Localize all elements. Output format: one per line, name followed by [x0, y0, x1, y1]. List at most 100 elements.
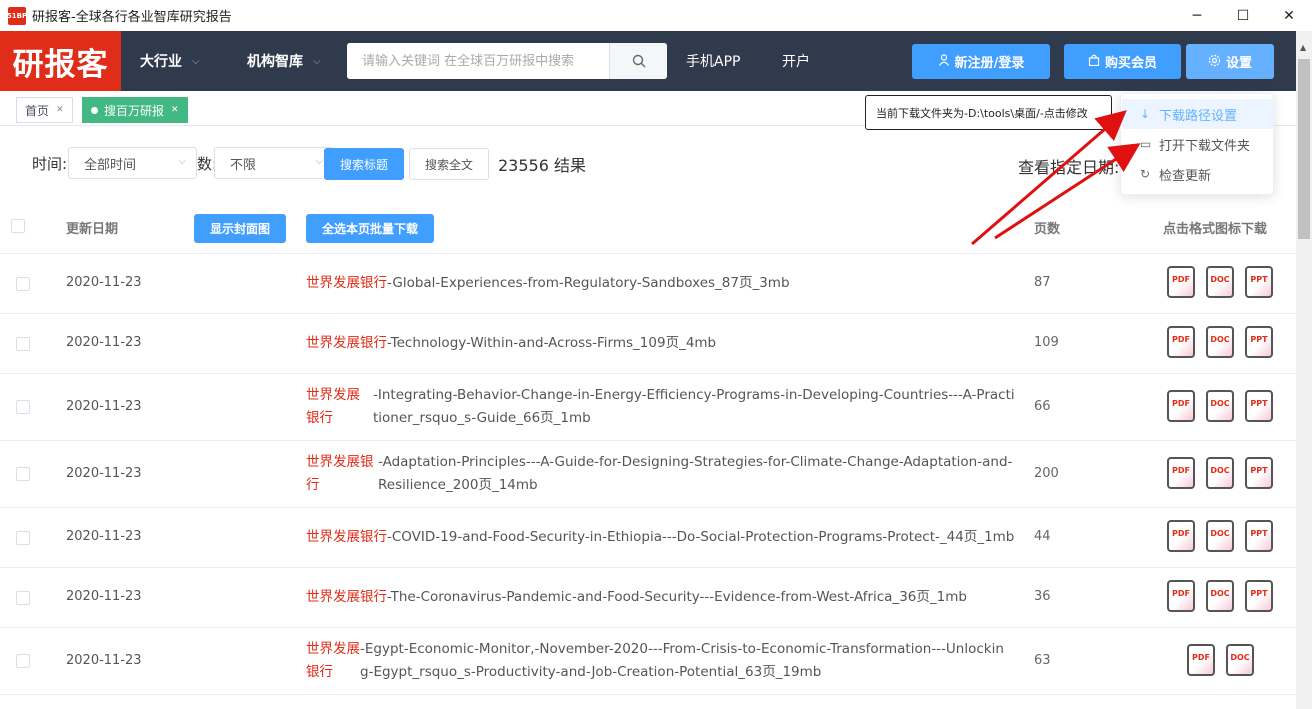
row-pages: 44	[1034, 529, 1051, 544]
search-icon	[632, 54, 645, 68]
row-institution: 世界发展银行	[306, 335, 387, 351]
batch-download-button[interactable]: 全选本页批量下载	[306, 214, 434, 243]
search-button[interactable]	[609, 43, 667, 79]
row-checkbox[interactable]	[16, 277, 30, 291]
pages-select-value: 不限	[230, 157, 257, 173]
pdf-download-icon[interactable]: PDF	[1166, 326, 1196, 359]
tab-home[interactable]: 首页 ✕	[16, 97, 73, 123]
user-icon	[938, 54, 950, 69]
pages-select[interactable]: 不限 ⌵	[214, 147, 334, 179]
menu-item-label: 打开下载文件夹	[1159, 138, 1251, 154]
table-header: 更新日期 显示封面图 全选本页批量下载 页数 点击格式图标下载	[0, 199, 1296, 254]
menu-item-label: 检查更新	[1159, 168, 1212, 184]
row-checkbox[interactable]	[16, 400, 30, 414]
close-icon[interactable]: ✕	[56, 105, 64, 115]
doc-download-icon[interactable]: DOC	[1205, 580, 1235, 613]
scrollbar-thumb[interactable]	[1298, 59, 1310, 239]
row-title[interactable]: 世界发展银行 -The-Coronavirus-Pandemic-and-Foo…	[306, 586, 1018, 609]
window-titlebar: 51BP 研报客-全球各行各业智库研究报告 ─ ☐ ✕	[0, 0, 1312, 31]
time-select[interactable]: 全部时间 ⌵	[68, 147, 197, 179]
menu-item-download-path[interactable]: ↓ 下载路径设置	[1122, 99, 1274, 129]
row-title-text: -Egypt-Economic-Monitor,-November-2020--…	[360, 641, 1004, 680]
row-title-text: -COVID-19-and-Food-Security-in-Ethiopia-…	[387, 529, 1015, 545]
row-checkbox[interactable]	[16, 591, 30, 605]
row-title-text: -Integrating-Behavior-Change-in-Energy-E…	[373, 387, 1015, 426]
download-path-tooltip: 当前下载文件夹为-D:\tools\桌面/-点击修改	[865, 95, 1112, 130]
row-title[interactable]: 世界发展银行 -COVID-19-and-Food-Security-in-Et…	[306, 526, 1018, 549]
row-institution: 世界发展银行	[306, 589, 387, 605]
search-input[interactable]	[347, 43, 609, 79]
nav-industry[interactable]: 大行业 ⌵	[140, 31, 200, 91]
table-row: 2020-11-23 世界发展银行 -Integrating-Behavior-…	[0, 374, 1296, 441]
ppt-download-icon[interactable]: PPT	[1244, 266, 1274, 299]
settings-label: 设置	[1225, 56, 1252, 71]
row-title[interactable]: 世界发展银行 -Integrating-Behavior-Change-in-E…	[306, 384, 1018, 430]
ppt-download-icon[interactable]: PPT	[1244, 390, 1274, 423]
row-checkbox[interactable]	[16, 531, 30, 545]
show-cover-button[interactable]: 显示封面图	[194, 214, 286, 243]
menu-item-check-updates[interactable]: ↻ 检查更新	[1122, 159, 1274, 189]
pdf-download-icon[interactable]: PDF	[1166, 266, 1196, 299]
minimize-button[interactable]: ─	[1174, 0, 1220, 31]
buy-membership-button[interactable]: 购买会员	[1064, 44, 1181, 79]
settings-button[interactable]: 设置	[1186, 44, 1274, 79]
logo[interactable]: 研报客	[0, 31, 121, 91]
vertical-scrollbar[interactable]: ▲	[1296, 31, 1312, 709]
ppt-download-icon[interactable]: PPT	[1244, 520, 1274, 553]
row-pages: 36	[1034, 589, 1051, 604]
time-filter-label: 时间:	[32, 155, 68, 173]
doc-download-icon[interactable]: DOC	[1205, 266, 1235, 299]
doc-download-icon[interactable]: DOC	[1205, 520, 1235, 553]
pdf-download-icon[interactable]: PDF	[1166, 390, 1196, 423]
table-row: 2020-11-23 世界发展银行 -Adaptation-Principles…	[0, 441, 1296, 508]
date-filter-label[interactable]: 查看指定日期:	[1018, 154, 1119, 178]
row-title[interactable]: 世界发展银行 -Egypt-Economic-Monitor,-November…	[306, 638, 1018, 684]
row-pages: 66	[1034, 399, 1051, 414]
row-title[interactable]: 世界发展银行 -Technology-Within-and-Across-Fir…	[306, 332, 1018, 355]
row-title[interactable]: 世界发展银行 -Adaptation-Principles---A-Guide-…	[306, 451, 1018, 497]
refresh-icon: ↻	[1140, 167, 1151, 181]
maximize-button[interactable]: ☐	[1220, 0, 1266, 31]
pdf-download-icon[interactable]: PDF	[1166, 520, 1196, 553]
doc-download-icon[interactable]: DOC	[1205, 390, 1235, 423]
search-fulltext-button[interactable]: 搜索全文	[409, 148, 489, 180]
col-pages-header: 页数	[1034, 222, 1061, 237]
register-login-button[interactable]: 新注册/登录	[912, 44, 1050, 79]
row-date: 2020-11-23	[66, 466, 142, 481]
col-download-header: 点击格式图标下载	[1163, 222, 1268, 237]
doc-download-icon[interactable]: DOC	[1225, 644, 1255, 677]
row-checkbox[interactable]	[16, 654, 30, 668]
app-icon: 51BP	[7, 6, 27, 25]
select-all-checkbox[interactable]	[11, 219, 25, 233]
tab-search-reports[interactable]: 搜百万研报 ✕	[82, 97, 188, 123]
row-checkbox[interactable]	[16, 337, 30, 351]
nav-mobile-app[interactable]: 手机APP	[686, 31, 740, 91]
table-row: 2020-11-23 世界发展银行 -Technology-Within-and…	[0, 314, 1296, 374]
row-institution: 世界发展银行	[306, 529, 387, 545]
row-checkbox[interactable]	[16, 467, 30, 481]
ppt-download-icon[interactable]: PPT	[1244, 457, 1274, 490]
nav-open-account[interactable]: 开户	[782, 31, 810, 91]
close-icon[interactable]: ✕	[171, 105, 179, 115]
pdf-download-icon[interactable]: PDF	[1166, 580, 1196, 613]
ppt-download-icon[interactable]: PPT	[1244, 580, 1274, 613]
chevron-down-icon: ⌵	[315, 156, 323, 167]
row-title[interactable]: 世界发展银行 -Global-Experiences-from-Regulato…	[306, 272, 1018, 295]
register-login-label: 新注册/登录	[954, 56, 1025, 71]
close-window-button[interactable]: ✕	[1266, 0, 1312, 31]
menu-item-open-folder[interactable]: ▭ 打开下载文件夹	[1122, 129, 1274, 159]
search-title-button[interactable]: 搜索标题	[324, 148, 404, 180]
scroll-up-icon[interactable]: ▲	[1300, 43, 1306, 52]
row-date: 2020-11-23	[66, 589, 142, 604]
doc-download-icon[interactable]: DOC	[1205, 326, 1235, 359]
settings-dropdown: ↓ 下载路径设置 ▭ 打开下载文件夹 ↻ 检查更新	[1120, 93, 1274, 195]
row-pages: 109	[1034, 335, 1059, 350]
doc-download-icon[interactable]: DOC	[1205, 457, 1235, 490]
nav-institutions-label: 机构智库	[247, 54, 303, 70]
window-title: 研报客-全球各行各业智库研究报告	[32, 10, 232, 25]
nav-institutions[interactable]: 机构智库 ⌵	[247, 31, 321, 91]
pdf-download-icon[interactable]: PDF	[1186, 644, 1216, 677]
pdf-download-icon[interactable]: PDF	[1166, 457, 1196, 490]
col-date-header: 更新日期	[66, 222, 119, 237]
ppt-download-icon[interactable]: PPT	[1244, 326, 1274, 359]
